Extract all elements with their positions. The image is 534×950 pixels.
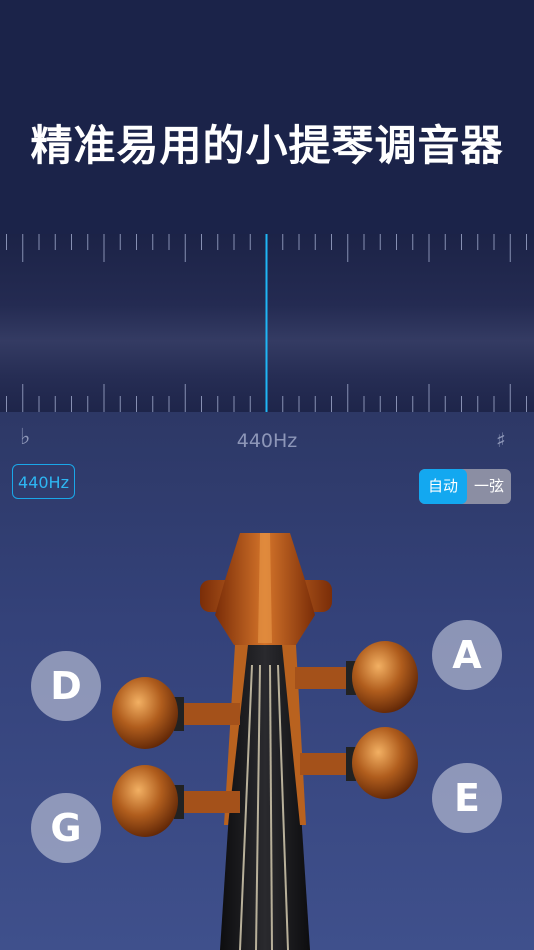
mode-toggle[interactable]: 自动 一弦 (419, 469, 511, 504)
mode-option-auto[interactable]: 自动 (419, 469, 467, 504)
tuner-screen: 精准易用的小提琴调音器 ♭ 440Hz ♯ 440Hz 自动 一弦 D G A … (0, 0, 534, 950)
tuning-meter (0, 234, 534, 412)
string-g-button[interactable]: G (31, 793, 101, 863)
sharp-icon: ♯ (496, 428, 506, 452)
string-e-button[interactable]: E (432, 763, 502, 833)
violin-scroll-image (112, 533, 418, 950)
mode-option-string-1[interactable]: 一弦 (467, 469, 511, 504)
meter-scale (6, 234, 527, 412)
string-d-button[interactable]: D (31, 651, 101, 721)
string-a-button[interactable]: A (432, 620, 502, 690)
promo-header: 精准易用的小提琴调音器 (0, 0, 534, 234)
pitch-reference-button[interactable]: 440Hz (12, 464, 75, 499)
frequency-readout: 440Hz (236, 430, 298, 452)
headline-text: 精准易用的小提琴调音器 (30, 121, 504, 170)
